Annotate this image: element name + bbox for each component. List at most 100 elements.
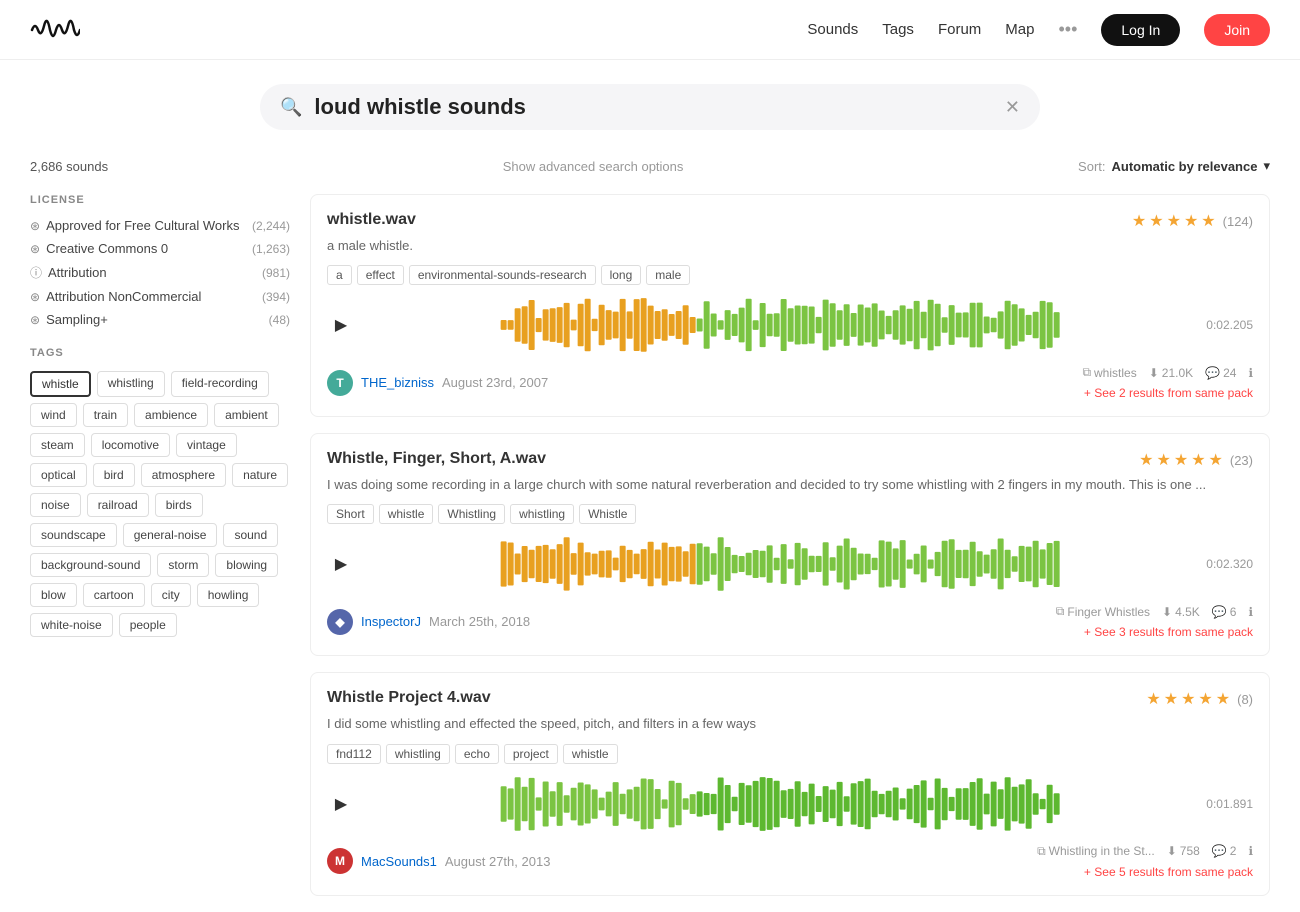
tag-sound[interactable]: sound (223, 523, 278, 547)
comments-meta: 💬 2 (1212, 844, 1237, 858)
info-icon[interactable]: ℹ (1248, 366, 1253, 380)
sound-card-1: whistle.wav ★★★★★ (124) a male whistle. … (310, 194, 1270, 417)
sound-tag[interactable]: male (646, 265, 690, 285)
upload-date: August 23rd, 2007 (442, 375, 548, 390)
sound-duration: 0:02.320 (1206, 557, 1253, 571)
sound-card-3: Whistle Project 4.wav ★★★★★ (8) I did so… (310, 672, 1270, 895)
sound-tag[interactable]: Short (327, 504, 374, 524)
tag-field-recording[interactable]: field-recording (171, 371, 269, 397)
downloads-meta: ⬇ 21.0K (1149, 366, 1193, 380)
see-more-link[interactable]: + See 5 results from same pack (1084, 865, 1253, 879)
play-button[interactable]: ▶ (327, 790, 355, 818)
tag-blow[interactable]: blow (30, 583, 77, 607)
sound-tag[interactable]: whistle (563, 744, 618, 764)
tag-ambience[interactable]: ambience (134, 403, 208, 427)
tag-white-noise[interactable]: white-noise (30, 613, 113, 637)
tag-train[interactable]: train (83, 403, 128, 427)
sound-tag[interactable]: Whistle (579, 504, 636, 524)
star-half: ★ (1201, 211, 1215, 231)
tag-optical[interactable]: optical (30, 463, 87, 487)
tag-general-noise[interactable]: general-noise (123, 523, 218, 547)
tag-city[interactable]: city (151, 583, 191, 607)
sound-footer-row: ◆ InspectorJ March 25th, 2018 ⧉ Finger W… (327, 604, 1253, 639)
username[interactable]: MacSounds1 (361, 854, 437, 869)
join-button[interactable]: Join (1204, 14, 1270, 46)
tag-cartoon[interactable]: cartoon (83, 583, 145, 607)
username[interactable]: InspectorJ (361, 614, 421, 629)
username[interactable]: THE_bizniss (361, 375, 434, 390)
license-item-noncomm[interactable]: ⊛ Attribution NonCommercial (394) (30, 289, 290, 304)
sound-tag[interactable]: effect (357, 265, 404, 285)
pack-name[interactable]: ⧉ Finger Whistles (1056, 604, 1150, 619)
tag-ambient[interactable]: ambient (214, 403, 279, 427)
sound-tag[interactable]: whistle (379, 504, 434, 524)
tag-vintage[interactable]: vintage (176, 433, 237, 457)
sound-tag[interactable]: whistling (510, 504, 574, 524)
nav-map[interactable]: Map (1005, 21, 1034, 38)
results-list: whistle.wav ★★★★★ (124) a male whistle. … (310, 184, 1270, 912)
tag-people[interactable]: people (119, 613, 177, 637)
nav-tags[interactable]: Tags (882, 21, 914, 38)
tag-blowing[interactable]: blowing (215, 553, 278, 577)
license-count-free: (2,244) (252, 219, 290, 233)
tag-atmosphere[interactable]: atmosphere (141, 463, 226, 487)
sound-meta: ⧉ whistles ⬇ 21.0K 💬 24 ℹ (1082, 365, 1253, 380)
see-more-link[interactable]: + See 3 results from same pack (1084, 625, 1253, 639)
info-icon[interactable]: ℹ (1248, 844, 1253, 858)
tag-steam[interactable]: steam (30, 433, 85, 457)
sort-chevron-icon[interactable]: ▾ (1263, 158, 1270, 174)
play-button[interactable]: ▶ (327, 550, 355, 578)
downloads-meta: ⬇ 4.5K (1162, 605, 1200, 619)
nav-more[interactable]: ••• (1058, 19, 1077, 40)
license-item-sampling[interactable]: ⊛ Sampling+ (48) (30, 312, 290, 327)
sound-tag[interactable]: whistling (386, 744, 450, 764)
license-item-attr[interactable]: ⓘ Attribution (981) (30, 264, 290, 281)
info-icon[interactable]: ℹ (1248, 605, 1253, 619)
license-item-cc0[interactable]: ⊛ Creative Commons 0 (1,263) (30, 241, 290, 256)
pack-name[interactable]: ⧉ whistles (1082, 365, 1136, 380)
tag-howling[interactable]: howling (197, 583, 260, 607)
logo[interactable] (30, 12, 80, 47)
tag-bird[interactable]: bird (93, 463, 135, 487)
sound-title[interactable]: Whistle Project 4.wav (327, 689, 491, 707)
sound-tag[interactable]: project (504, 744, 558, 764)
sound-tag[interactable]: a (327, 265, 352, 285)
sound-tag[interactable]: Whistling (438, 504, 505, 524)
search-input[interactable] (314, 94, 1004, 120)
sound-title[interactable]: whistle.wav (327, 211, 416, 229)
tag-background-sound[interactable]: background-sound (30, 553, 151, 577)
tag-railroad[interactable]: railroad (87, 493, 149, 517)
sound-title[interactable]: Whistle, Finger, Short, A.wav (327, 450, 546, 468)
advanced-search-toggle[interactable]: Show advanced search options (503, 159, 684, 174)
sound-tag[interactable]: environmental-sounds-research (409, 265, 596, 285)
pack-name[interactable]: ⧉ Whistling in the St... (1037, 844, 1155, 859)
play-button[interactable]: ▶ (327, 311, 355, 339)
sound-card-2: Whistle, Finger, Short, A.wav ★★★★★ (23)… (310, 433, 1270, 656)
see-more-link[interactable]: + See 2 results from same pack (1084, 386, 1253, 400)
avatar: T (327, 370, 353, 396)
license-icon-attr: ⓘ (30, 264, 42, 281)
tag-birds[interactable]: birds (155, 493, 203, 517)
tag-nature[interactable]: nature (232, 463, 288, 487)
header: Sounds Tags Forum Map ••• Log In Join (0, 0, 1300, 60)
tag-whistling[interactable]: whistling (97, 371, 165, 397)
tag-whistle[interactable]: whistle (30, 371, 91, 397)
clear-search-icon[interactable]: ✕ (1005, 97, 1020, 118)
sort-value[interactable]: Automatic by relevance (1112, 159, 1258, 174)
tag-locomotive[interactable]: locomotive (91, 433, 170, 457)
nav-sounds[interactable]: Sounds (807, 21, 858, 38)
nav-forum[interactable]: Forum (938, 21, 981, 38)
sound-tag[interactable]: echo (455, 744, 499, 764)
tag-soundscape[interactable]: soundscape (30, 523, 117, 547)
license-icon-cc0: ⊛ (30, 242, 40, 256)
pack-icon: ⧉ (1037, 844, 1046, 859)
tag-noise[interactable]: noise (30, 493, 81, 517)
tag-storm[interactable]: storm (157, 553, 209, 577)
license-item-free[interactable]: ⊛ Approved for Free Cultural Works (2,24… (30, 218, 290, 233)
sound-tag[interactable]: long (601, 265, 642, 285)
tag-wind[interactable]: wind (30, 403, 77, 427)
star-rating: ★★★★★ (8) (1146, 689, 1253, 709)
waveform (365, 295, 1196, 355)
sound-tag[interactable]: fnd112 (327, 744, 381, 764)
login-button[interactable]: Log In (1101, 14, 1180, 46)
